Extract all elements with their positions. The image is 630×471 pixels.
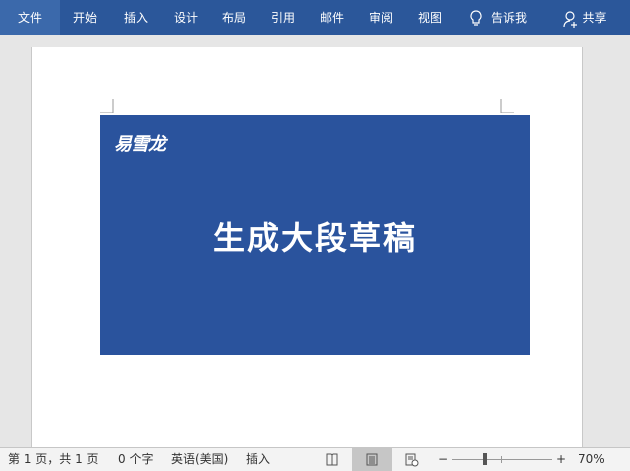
tell-me-button[interactable]: 告诉我 bbox=[462, 0, 534, 35]
share-label: 共享 bbox=[582, 11, 607, 25]
add-user-icon bbox=[563, 10, 578, 28]
zoom-slider[interactable] bbox=[452, 459, 552, 460]
tab-insert[interactable]: 插入 bbox=[112, 0, 160, 35]
margin-corner-mark bbox=[500, 99, 514, 113]
tab-references[interactable]: 引用 bbox=[259, 0, 307, 35]
logo: 易雪龙 bbox=[114, 134, 166, 155]
status-bar: 第 1 页，共 1 页 0 个字 英语(美国) 插入 − + 70% bbox=[0, 447, 630, 471]
zoom-slider-thumb[interactable] bbox=[483, 453, 487, 465]
insert-mode[interactable]: 插入 bbox=[246, 448, 270, 470]
print-layout-button[interactable] bbox=[352, 448, 392, 471]
tab-review[interactable]: 审阅 bbox=[357, 0, 405, 35]
read-mode-icon[interactable] bbox=[326, 453, 338, 466]
lightbulb-icon bbox=[470, 9, 482, 26]
ribbon: 文件 开始 插入 设计 布局 引用 邮件 审阅 视图 告诉我 共享 bbox=[0, 0, 630, 35]
tab-view[interactable]: 视图 bbox=[406, 0, 454, 35]
tell-me-label: 告诉我 bbox=[490, 11, 527, 25]
tab-mailings[interactable]: 邮件 bbox=[308, 0, 356, 35]
margin-corner-mark bbox=[100, 99, 114, 113]
zoom-level[interactable]: 70% bbox=[578, 448, 605, 470]
language[interactable]: 英语(美国) bbox=[171, 448, 228, 470]
tab-file[interactable]: 文件 bbox=[0, 0, 60, 35]
tab-design[interactable]: 设计 bbox=[162, 0, 210, 35]
tab-home[interactable]: 开始 bbox=[60, 0, 110, 35]
share-button[interactable]: 共享 bbox=[558, 0, 612, 35]
banner-image[interactable]: 易雪龙 生成大段草稿 bbox=[100, 115, 530, 355]
zoom-out-button[interactable]: − bbox=[438, 448, 448, 470]
web-layout-icon[interactable] bbox=[405, 453, 419, 467]
banner-title: 生成大段草稿 bbox=[212, 219, 417, 257]
zoom-in-button[interactable]: + bbox=[556, 448, 566, 470]
zoom-center-tick bbox=[501, 456, 502, 463]
print-layout-icon bbox=[366, 453, 378, 466]
word-count[interactable]: 0 个字 bbox=[118, 448, 153, 470]
page-count[interactable]: 第 1 页，共 1 页 bbox=[8, 448, 99, 470]
tab-layout[interactable]: 布局 bbox=[210, 0, 258, 35]
